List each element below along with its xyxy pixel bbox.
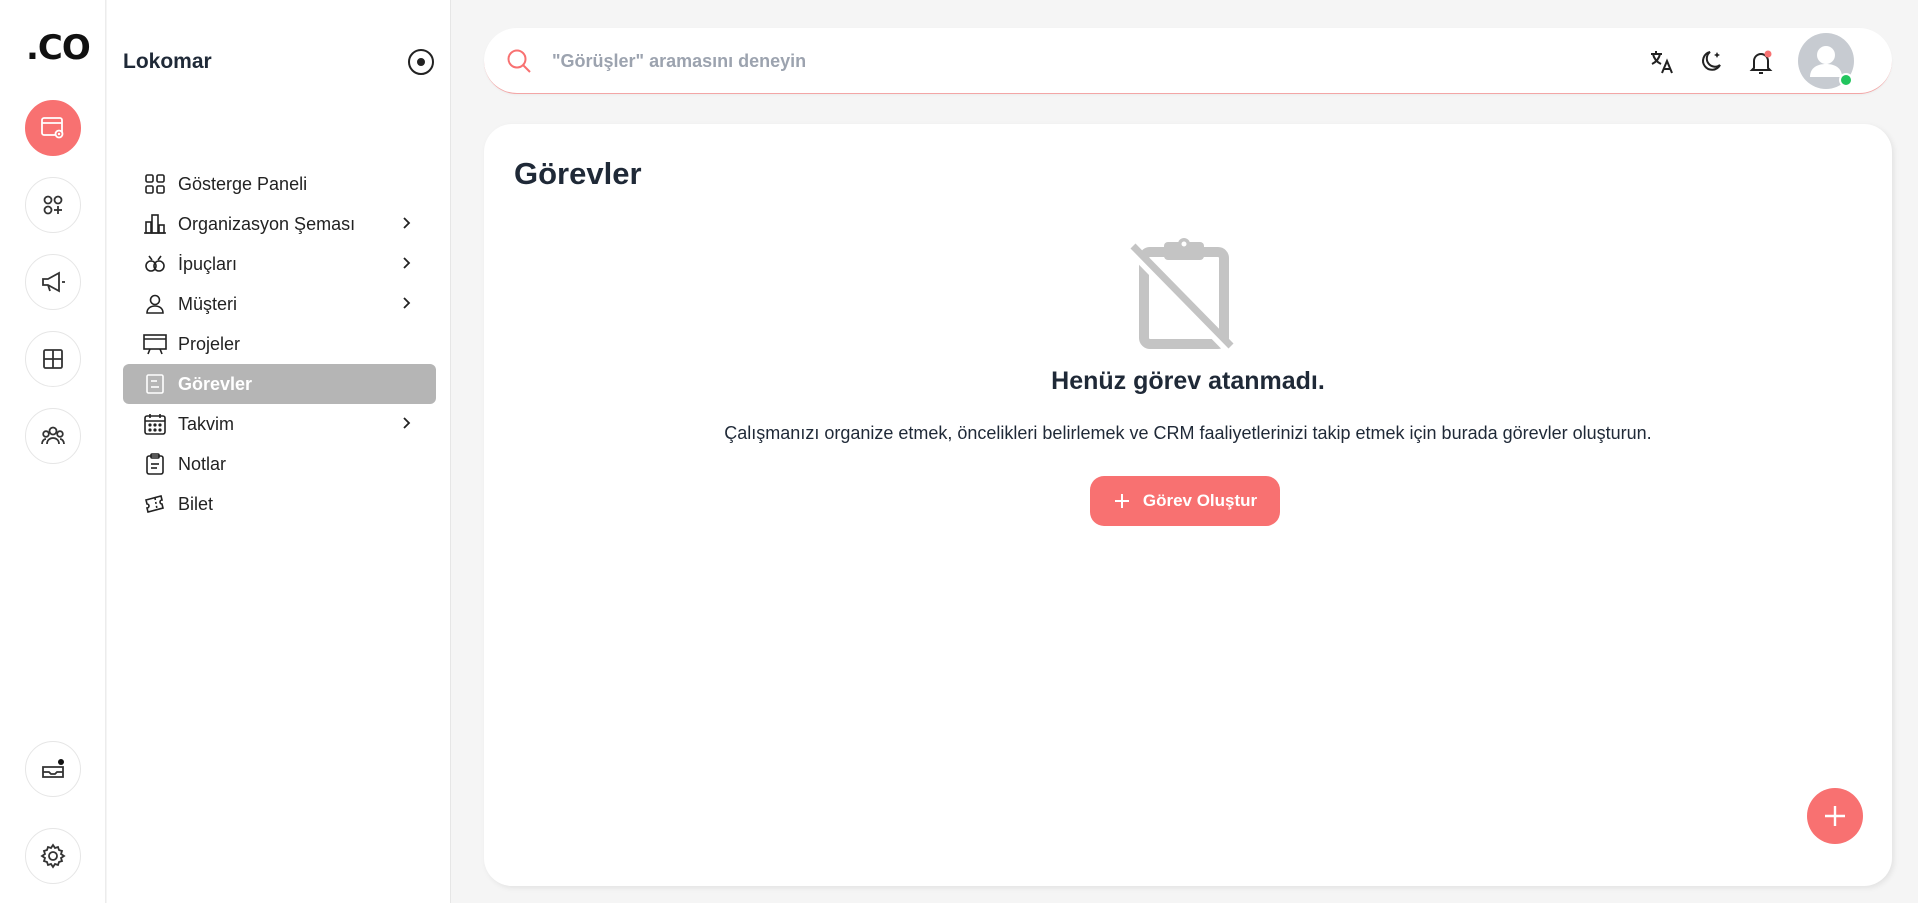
sidebar-item-calendar[interactable]: Takvim <box>123 404 436 444</box>
add-fab-button[interactable] <box>1807 788 1863 844</box>
sidebar-item-leads[interactable]: İpuçları <box>123 244 436 284</box>
create-task-button-label: Görev Oluştur <box>1142 491 1258 510</box>
sidebar-item-projects[interactable]: Projeler <box>123 324 436 364</box>
sidebar-item-org-chart[interactable]: Organizasyon Şeması <box>123 204 436 244</box>
sidebar-item-label: Notlar <box>178 453 227 474</box>
user-icon <box>143 292 167 316</box>
plus-icon <box>1825 806 1845 826</box>
translate-icon[interactable] <box>1648 48 1676 76</box>
inbox-notification-icon <box>42 759 64 778</box>
workspace-name: Lokomar <box>123 50 212 73</box>
org-chart-icon <box>143 212 167 236</box>
sidebar-item-label: Bilet <box>178 493 214 514</box>
sidebar-item-label: Gösterge Paneli <box>178 173 308 194</box>
dashboard-icon <box>143 172 167 196</box>
no-tasks-clipboard-icon <box>1129 238 1234 353</box>
sidebar-item-dashboard[interactable]: Gösterge Paneli <box>123 164 436 204</box>
chevron-right-icon <box>403 417 411 429</box>
apps-add-icon <box>43 195 63 215</box>
sidebar-item-ticket[interactable]: Bilet <box>123 484 436 524</box>
sidebar-item-label: Görevler <box>178 373 253 394</box>
sidebar-item-label: Projeler <box>178 333 241 354</box>
online-status-indicator <box>1839 73 1853 87</box>
dark-mode-icon[interactable] <box>1698 48 1726 76</box>
top-bar <box>484 28 1892 94</box>
megaphone-icon <box>42 271 65 293</box>
sidebar-item-label: Takvim <box>178 413 235 434</box>
clipboard-icon <box>143 452 167 476</box>
chevron-right-icon <box>403 257 411 269</box>
icon-rail: .CO <box>0 0 106 903</box>
main-card: Görevler Henüz görev atanmadı. Çalışmanı… <box>484 124 1892 886</box>
search-icon <box>507 49 531 73</box>
settings-gear-icon <box>40 843 66 869</box>
sidebar-item-customer[interactable]: Müşteri <box>123 284 436 324</box>
empty-state-title: Henüz görev atanmadı. <box>1051 367 1325 395</box>
sidebar-item-label: İpuçları <box>178 253 238 274</box>
rail-grid-button[interactable] <box>25 331 81 387</box>
page-title: Görevler <box>514 156 642 191</box>
sidebar-nav: Gösterge Paneli Organizasyon Şeması İpuç… <box>123 164 436 524</box>
task-icon <box>143 372 167 396</box>
chevron-right-icon <box>403 217 411 229</box>
rail-inbox-button[interactable] <box>25 741 81 797</box>
app-logo[interactable]: .CO <box>26 28 91 68</box>
rail-team-button[interactable] <box>25 408 81 464</box>
sidebar-item-label: Organizasyon Şeması <box>178 213 356 234</box>
plus-icon <box>1114 494 1129 508</box>
team-icon <box>41 426 65 445</box>
leads-icon <box>143 252 167 276</box>
rail-apps-button[interactable] <box>25 177 81 233</box>
workspace-settings-icon <box>41 117 64 139</box>
sidebar: Lokomar Gösterge Paneli Organizasyon Şem… <box>107 0 451 903</box>
presentation-icon <box>143 332 167 356</box>
sidebar-item-notes[interactable]: Notlar <box>123 444 436 484</box>
sidebar-toggle-icon[interactable] <box>407 48 435 76</box>
sidebar-item-label: Müşteri <box>178 293 238 314</box>
rail-campaigns-button[interactable] <box>25 254 81 310</box>
rail-workspace-button[interactable] <box>25 100 81 156</box>
search-input[interactable] <box>552 44 1352 78</box>
ticket-icon <box>143 492 167 516</box>
sidebar-item-tasks[interactable]: Görevler <box>123 364 436 404</box>
empty-state-description: Çalışmanızı organize etmek, öncelikleri … <box>724 423 1652 443</box>
grid-icon <box>43 349 63 369</box>
calendar-icon <box>143 412 167 436</box>
rail-settings-button[interactable] <box>25 828 81 884</box>
chevron-right-icon <box>403 297 411 309</box>
create-task-button[interactable]: Görev Oluştur <box>1090 476 1280 526</box>
notification-bell-icon[interactable] <box>1747 48 1775 76</box>
